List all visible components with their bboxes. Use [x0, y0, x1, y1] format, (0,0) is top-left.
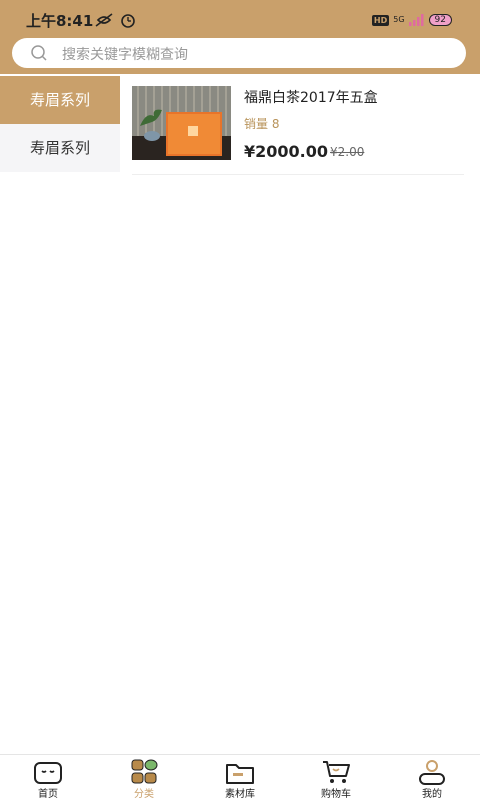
- product-card[interactable]: 福鼎白茶2017年五盒 销量 8 ¥2000.00 ¥2.00: [132, 84, 464, 175]
- search-icon: [31, 45, 47, 61]
- network-label: 5G: [393, 15, 405, 24]
- product-original-price: ¥2.00: [330, 145, 365, 159]
- cart-icon: [323, 761, 350, 783]
- status-right-icons: HD 5G 92: [371, 13, 452, 27]
- search-bar-container: 搜索关键字模糊查询: [0, 38, 480, 74]
- tab-home-label: 首页: [38, 789, 58, 800]
- signal-icon: [408, 14, 424, 26]
- sidebar-item[interactable]: 寿眉系列: [0, 124, 120, 172]
- status-bar: 上午8:41 HD 5G 92: [0, 0, 480, 38]
- home-icon: [34, 762, 62, 784]
- tab-materials-label: 素材库: [225, 789, 255, 800]
- user-icon: [419, 760, 445, 785]
- status-notification-icons: [95, 13, 135, 28]
- search-input[interactable]: 搜索关键字模糊查询: [12, 38, 466, 68]
- tab-cart-label: 购物车: [321, 789, 351, 800]
- tab-materials[interactable]: 素材库: [192, 755, 288, 801]
- sidebar-item-active[interactable]: 寿眉系列: [0, 76, 120, 124]
- tab-profile[interactable]: 我的: [384, 755, 480, 801]
- battery-icon: 92: [428, 14, 452, 26]
- product-image: [132, 86, 231, 160]
- search-placeholder: 搜索关键字模糊查询: [62, 47, 188, 63]
- hd-badge: HD: [371, 14, 390, 26]
- tab-category-label: 分类: [134, 789, 154, 800]
- tab-cart[interactable]: 购物车: [288, 755, 384, 801]
- product-title: 福鼎白茶2017年五盒: [244, 90, 378, 106]
- category-icon: [131, 759, 158, 784]
- tab-profile-label: 我的: [422, 789, 442, 800]
- product-price: ¥2000.00: [244, 142, 329, 161]
- tab-home[interactable]: 首页: [0, 755, 96, 801]
- bottom-tab-bar: 首页 分类 素材库 购物车 我的: [0, 754, 480, 801]
- product-sales: 销量 8: [244, 117, 280, 131]
- folder-icon: [226, 764, 254, 784]
- category-sidebar: 寿眉系列 寿眉系列: [0, 76, 120, 172]
- tab-category[interactable]: 分类: [96, 755, 192, 801]
